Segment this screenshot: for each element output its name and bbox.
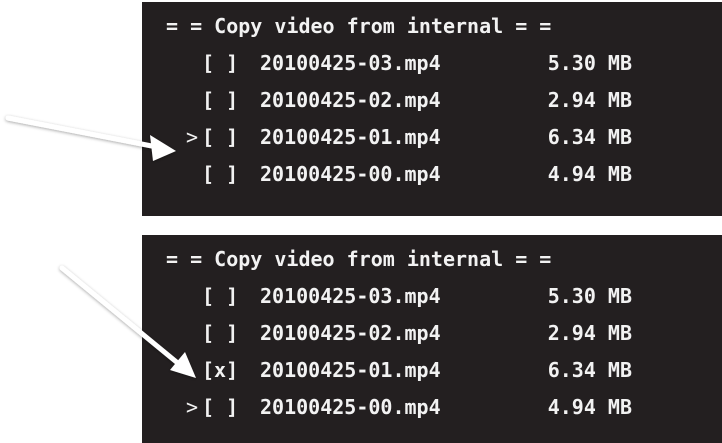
cursor-indicator: > xyxy=(185,125,198,149)
file-name: 20100425-01.mp4 xyxy=(260,358,441,382)
menu-screen-after: = = Copy video from internal = = [ ] 201… xyxy=(142,235,722,443)
file-size: 5.30 MB xyxy=(547,51,632,75)
file-row[interactable]: [ ] 20100425-02.mp4 2.94 MB xyxy=(142,315,722,352)
menu-screen-before: = = Copy video from internal = = [ ] 201… xyxy=(142,2,722,216)
checkbox[interactable]: [ ] xyxy=(198,45,260,82)
menu-title: = = Copy video from internal = = xyxy=(166,247,552,271)
file-name: 20100425-00.mp4 xyxy=(260,395,441,419)
file-size: 4.94 MB xyxy=(547,395,632,419)
file-name: 20100425-03.mp4 xyxy=(260,284,441,308)
file-size: 6.34 MB xyxy=(547,358,632,382)
file-name: 20100425-03.mp4 xyxy=(260,51,441,75)
file-size: 2.94 MB xyxy=(547,321,632,345)
file-name: 20100425-02.mp4 xyxy=(260,321,441,345)
file-size: 4.94 MB xyxy=(547,162,632,186)
file-name: 20100425-00.mp4 xyxy=(260,162,441,186)
file-row[interactable]: > [ ] 20100425-00.mp4 4.94 MB xyxy=(142,389,722,426)
file-row[interactable]: [ ] 20100425-03.mp4 5.30 MB xyxy=(142,45,722,82)
checkbox[interactable]: [ ] xyxy=(198,389,260,426)
file-row[interactable]: [ ] 20100425-00.mp4 4.94 MB xyxy=(142,156,722,193)
checkbox[interactable]: [ ] xyxy=(198,278,260,315)
checkbox[interactable]: [ ] xyxy=(198,315,260,352)
file-row[interactable]: > [ ] 20100425-01.mp4 6.34 MB xyxy=(142,119,722,156)
file-size: 6.34 MB xyxy=(547,125,632,149)
menu-title: = = Copy video from internal = = xyxy=(166,14,552,38)
file-row[interactable]: [x] 20100425-01.mp4 6.34 MB xyxy=(142,352,722,389)
file-name: 20100425-01.mp4 xyxy=(260,125,441,149)
cursor-indicator: > xyxy=(185,395,198,419)
file-name: 20100425-02.mp4 xyxy=(260,88,441,112)
file-row[interactable]: [ ] 20100425-03.mp4 5.30 MB xyxy=(142,278,722,315)
file-row[interactable]: [ ] 20100425-02.mp4 2.94 MB xyxy=(142,82,722,119)
file-size: 5.30 MB xyxy=(547,284,632,308)
file-size: 2.94 MB xyxy=(547,88,632,112)
checkbox[interactable]: [ ] xyxy=(198,156,260,193)
checkbox[interactable]: [x] xyxy=(198,352,260,389)
checkbox[interactable]: [ ] xyxy=(198,82,260,119)
checkbox[interactable]: [ ] xyxy=(198,119,260,156)
